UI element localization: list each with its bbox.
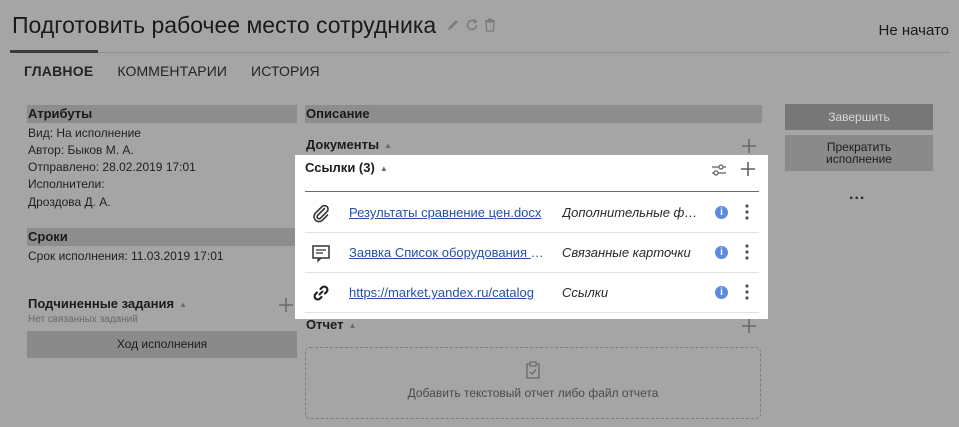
info-icon[interactable]: i bbox=[715, 206, 728, 219]
subtasks-heading-label: Подчиненные задания bbox=[28, 296, 175, 311]
chevron-up-icon[interactable]: ▲ bbox=[380, 164, 388, 173]
attr-author: Автор: Быков М. А. bbox=[28, 143, 134, 157]
edit-icon[interactable] bbox=[446, 18, 460, 32]
add-link-icon[interactable] bbox=[739, 160, 757, 178]
attributes-heading: Атрибуты bbox=[27, 105, 297, 123]
filter-settings-icon[interactable] bbox=[711, 163, 727, 177]
add-report-icon[interactable] bbox=[740, 317, 758, 335]
chevron-up-icon[interactable]: ▲ bbox=[348, 321, 356, 330]
tab-history[interactable]: ИСТОРИЯ bbox=[251, 63, 320, 79]
attr-performer-name: Дроздова Д. А. bbox=[28, 195, 111, 209]
clipboard-check-icon bbox=[526, 361, 540, 379]
complete-button[interactable]: Завершить bbox=[785, 104, 933, 130]
link-type: Дополнительные файлы bbox=[562, 205, 702, 220]
progress-button[interactable]: Ход исполнения bbox=[27, 331, 297, 358]
header-divider bbox=[10, 52, 950, 53]
subtasks-empty: Нет связанных заданий bbox=[28, 314, 138, 325]
link-row: https://market.yandex.ru/catalog Ссылки … bbox=[305, 273, 759, 313]
link-type: Связанные карточки bbox=[562, 245, 691, 260]
status-label: Не начато bbox=[878, 22, 949, 39]
tab-main[interactable]: ГЛАВНОЕ bbox=[24, 63, 93, 79]
page-title: Подготовить рабочее место сотрудника bbox=[12, 12, 437, 38]
chevron-up-icon[interactable]: ▲ bbox=[384, 141, 392, 150]
report-heading-label: Отчет bbox=[306, 317, 344, 332]
link-name[interactable]: Заявка Список оборудования для сотрудник… bbox=[349, 245, 549, 260]
tab-comments[interactable]: КОММЕНТАРИИ bbox=[117, 63, 227, 79]
tab-bar: ГЛАВНОЕ КОММЕНТАРИИ ИСТОРИЯ bbox=[24, 63, 344, 79]
more-vertical-icon[interactable] bbox=[745, 204, 749, 220]
card-icon bbox=[312, 245, 330, 263]
links-heading-label: Ссылки (3) bbox=[305, 160, 375, 175]
description-heading: Описание bbox=[305, 105, 762, 123]
subtasks-heading: Подчиненные задания ▲ bbox=[28, 296, 187, 311]
links-divider bbox=[305, 191, 759, 192]
refresh-icon[interactable] bbox=[465, 18, 479, 32]
link-row: Результаты сравнение цен.docx Дополнител… bbox=[305, 193, 759, 233]
due-date: Срок исполнения: 11.03.2019 17:01 bbox=[28, 249, 224, 263]
trash-icon[interactable] bbox=[484, 18, 496, 32]
links-heading: Ссылки (3) ▲ bbox=[305, 160, 388, 175]
add-document-icon[interactable] bbox=[740, 137, 758, 155]
more-actions-button[interactable]: ... bbox=[849, 186, 865, 204]
attr-sent: Отправлено: 28.02.2019 17:01 bbox=[28, 160, 196, 174]
report-dropzone[interactable]: Добавить текстовый отчет либо файл отчет… bbox=[305, 347, 761, 419]
more-vertical-icon[interactable] bbox=[745, 284, 749, 300]
documents-heading: Документы ▲ bbox=[306, 137, 392, 152]
attr-type: Вид: На исполнение bbox=[28, 126, 141, 140]
stop-execution-button[interactable]: Прекратить исполнение bbox=[785, 135, 933, 171]
link-name[interactable]: Результаты сравнение цен.docx bbox=[349, 205, 549, 220]
info-icon[interactable]: i bbox=[715, 286, 728, 299]
paperclip-icon bbox=[313, 204, 329, 223]
documents-heading-label: Документы bbox=[306, 137, 380, 152]
active-tab-indicator bbox=[10, 50, 98, 53]
add-subtask-icon[interactable] bbox=[277, 296, 295, 314]
links-panel: Ссылки (3) ▲ Результаты сравнение цен.doc… bbox=[295, 155, 768, 319]
link-row: Заявка Список оборудования для сотрудник… bbox=[305, 233, 759, 273]
link-name[interactable]: https://market.yandex.ru/catalog bbox=[349, 285, 549, 300]
chevron-up-icon[interactable]: ▲ bbox=[179, 300, 187, 309]
dropzone-text: Добавить текстовый отчет либо файл отчет… bbox=[407, 386, 659, 400]
report-heading: Отчет ▲ bbox=[306, 317, 356, 332]
info-icon[interactable]: i bbox=[715, 246, 728, 259]
deadlines-heading: Сроки bbox=[27, 228, 297, 246]
link-icon bbox=[313, 285, 329, 301]
title-actions bbox=[446, 18, 496, 32]
link-type: Ссылки bbox=[562, 285, 609, 300]
more-vertical-icon[interactable] bbox=[745, 244, 749, 260]
attr-performers-label: Исполнители: bbox=[28, 177, 105, 191]
